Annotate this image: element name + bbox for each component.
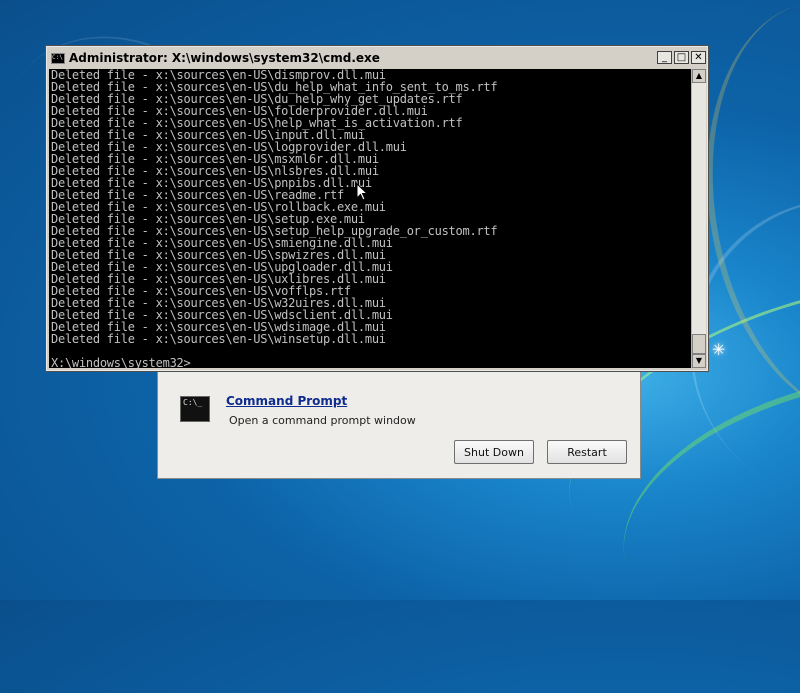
minimize-button[interactable]: _	[657, 51, 672, 64]
vertical-scrollbar[interactable]: ▲ ▼	[691, 69, 706, 368]
system-recovery-dialog: C:\_ Command Prompt Open a command promp…	[157, 366, 641, 479]
command-prompt-description: Open a command prompt window	[229, 414, 416, 427]
window-title: Administrator: X:\windows\system32\cmd.e…	[69, 51, 380, 65]
mouse-pointer-icon	[356, 183, 368, 201]
command-prompt-link[interactable]: Command Prompt	[226, 394, 347, 408]
sparkle-icon: ✳	[712, 340, 726, 359]
scroll-up-arrow-icon[interactable]: ▲	[692, 69, 706, 83]
shut-down-button[interactable]: Shut Down	[454, 440, 534, 464]
title-bar[interactable]: C:\ Administrator: X:\windows\system32\c…	[48, 48, 706, 68]
console-output[interactable]: Deleted file - x:\sources\en-US\dismprov…	[49, 69, 691, 368]
cmd-window[interactable]: C:\ Administrator: X:\windows\system32\c…	[45, 45, 709, 372]
maximize-button[interactable]: □	[674, 51, 689, 64]
restart-button[interactable]: Restart	[547, 440, 627, 464]
command-prompt-icon[interactable]: C:\_	[180, 396, 210, 422]
command-prompt-line[interactable]: X:\windows\system32>	[49, 357, 691, 368]
cmd-app-icon[interactable]: C:\	[51, 52, 65, 64]
console-line: Deleted file - x:\sources\en-US\winsetup…	[51, 332, 386, 346]
scroll-thumb[interactable]	[692, 334, 706, 354]
scroll-down-arrow-icon[interactable]: ▼	[692, 354, 706, 368]
close-button[interactable]: ✕	[691, 51, 706, 64]
